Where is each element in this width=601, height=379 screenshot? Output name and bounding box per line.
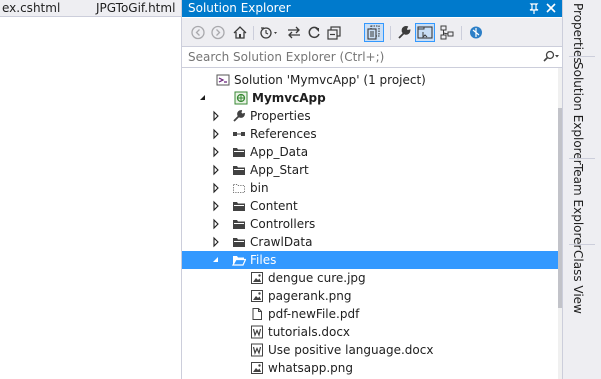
project-icon <box>234 91 248 105</box>
editor-tab-strip: ex.cshtml JPGToGif.html <box>0 0 181 17</box>
tree-item-label: Files <box>250 253 277 267</box>
search-input[interactable] <box>188 49 528 65</box>
references-icon <box>232 127 246 141</box>
tree-item-controllers[interactable]: Controllers <box>182 215 559 233</box>
folder-icon <box>232 217 246 231</box>
hidden-folder-icon <box>232 181 246 195</box>
expand-arrow-icon[interactable] <box>210 161 222 179</box>
tree-item-label: MymvcApp <box>252 91 326 105</box>
tree-item-label: CrawlData <box>250 235 313 249</box>
expand-arrow-icon[interactable] <box>210 197 222 215</box>
solution-tree: Solution 'MymvcApp' (1 project) MymvcApp P… <box>182 71 559 379</box>
tree-item-solution[interactable]: Solution 'MymvcApp' (1 project) <box>182 71 559 89</box>
folder-icon <box>232 235 246 249</box>
folder-icon <box>232 145 246 159</box>
tree-item-label: pagerank.png <box>268 289 352 303</box>
panel-title-bar: Solution Explorer <box>182 0 563 17</box>
tree-item-file[interactable]: dengue cure.jpg <box>182 269 559 287</box>
tree-item-crawldata[interactable]: CrawlData <box>182 233 559 251</box>
tree-item-file[interactable]: Use positive language.docx <box>182 341 559 359</box>
side-tab-class-view[interactable]: Class View <box>563 250 601 314</box>
search-icon[interactable] <box>541 49 561 65</box>
word-file-icon <box>250 325 264 339</box>
tree-item-label: Solution 'MymvcApp' (1 project) <box>234 73 426 87</box>
tree-item-content[interactable]: Content <box>182 197 559 215</box>
side-tool-window-strip: Properties Solution Explorer Team Explor… <box>562 0 601 379</box>
tree-item-label: Controllers <box>250 217 316 231</box>
image-file-icon <box>250 271 264 285</box>
tree-item-label: dengue cure.jpg <box>268 271 366 285</box>
tree-item-label: whatsapp.png <box>268 361 353 375</box>
expand-arrow-icon[interactable] <box>210 233 222 251</box>
home-icon[interactable] <box>231 24 249 41</box>
tree-item-label: Properties <box>250 109 311 123</box>
expand-arrow-icon[interactable] <box>210 107 222 125</box>
expanded-arrow-icon[interactable] <box>210 251 222 269</box>
tree-item-project[interactable]: MymvcApp <box>182 89 559 107</box>
pin-icon[interactable] <box>527 1 541 15</box>
tree-item-app-data[interactable]: App_Data <box>182 143 559 161</box>
editor-tab-jpgtogif[interactable]: JPGToGif.html <box>96 0 175 16</box>
image-file-icon <box>250 361 264 375</box>
side-tab-separator <box>569 158 595 159</box>
tree-item-label: App_Data <box>250 145 309 159</box>
folder-icon <box>232 199 246 213</box>
side-tab-separator <box>569 56 595 57</box>
collapse-all-icon[interactable] <box>325 24 343 41</box>
tree-item-file[interactable]: pdf-newFile.pdf <box>182 305 559 323</box>
toolbar-separator <box>253 26 254 40</box>
history-icon[interactable] <box>258 24 282 41</box>
expanded-arrow-icon[interactable] <box>197 89 209 107</box>
show-all-files-icon[interactable] <box>364 23 384 42</box>
panel-title: Solution Explorer <box>188 1 291 15</box>
tree-item-references[interactable]: References <box>182 125 559 143</box>
side-tab-solution-explorer[interactable]: Solution Explorer <box>563 62 601 165</box>
refresh-icon[interactable] <box>305 24 323 41</box>
close-icon[interactable] <box>544 1 558 15</box>
toolbar-separator <box>461 26 462 40</box>
toolbar-separator <box>390 26 391 40</box>
solution-icon <box>216 73 230 87</box>
solution-explorer-toolbar <box>182 18 563 46</box>
expand-arrow-icon[interactable] <box>210 215 222 233</box>
tree-item-files[interactable]: Files <box>182 251 559 269</box>
tree-item-file[interactable]: whatsapp.png <box>182 359 559 377</box>
editor-tab-ex-cshtml[interactable]: ex.cshtml <box>2 0 60 16</box>
tree-item-file[interactable]: tutorials.docx <box>182 323 559 341</box>
back-icon[interactable] <box>189 24 207 41</box>
side-tab-separator <box>569 244 595 245</box>
word-file-icon <box>250 343 264 357</box>
sync-icon[interactable] <box>285 24 303 41</box>
editor-area[interactable] <box>0 17 181 379</box>
preview-icon[interactable] <box>415 23 435 42</box>
folder-icon <box>232 163 246 177</box>
file-icon <box>250 307 264 321</box>
tree-item-label: References <box>250 127 317 141</box>
side-tab-properties[interactable]: Properties <box>563 3 601 64</box>
properties-wrench-icon[interactable] <box>395 24 413 41</box>
tree-item-label: pdf-newFile.pdf <box>268 307 360 321</box>
tree-item-label: App_Start <box>250 163 309 177</box>
tree-item-label: Content <box>250 199 298 213</box>
side-tab-team-explorer[interactable]: Team Explorer <box>563 164 601 250</box>
wrench-icon <box>232 109 246 123</box>
tree-item-bin[interactable]: bin <box>182 179 559 197</box>
browser-link-icon[interactable] <box>467 24 485 41</box>
class-diagram-icon[interactable] <box>438 24 456 41</box>
solution-explorer-panel: Solution Explorer Search Solution Explor… <box>181 0 563 379</box>
tree-item-properties[interactable]: Properties <box>182 107 559 125</box>
tree-item-file[interactable]: pagerank.png <box>182 287 559 305</box>
forward-icon[interactable] <box>209 24 227 41</box>
tree-item-app-start[interactable]: App_Start <box>182 161 559 179</box>
tree-item-label: Use positive language.docx <box>268 343 434 357</box>
tree-item-label: bin <box>250 181 269 195</box>
search-box <box>182 46 563 68</box>
tree-item-label: tutorials.docx <box>268 325 351 339</box>
image-file-icon <box>250 289 264 303</box>
expand-arrow-icon[interactable] <box>210 179 222 197</box>
expand-arrow-icon[interactable] <box>210 125 222 143</box>
open-folder-icon <box>232 253 246 267</box>
expand-arrow-icon[interactable] <box>210 143 222 161</box>
